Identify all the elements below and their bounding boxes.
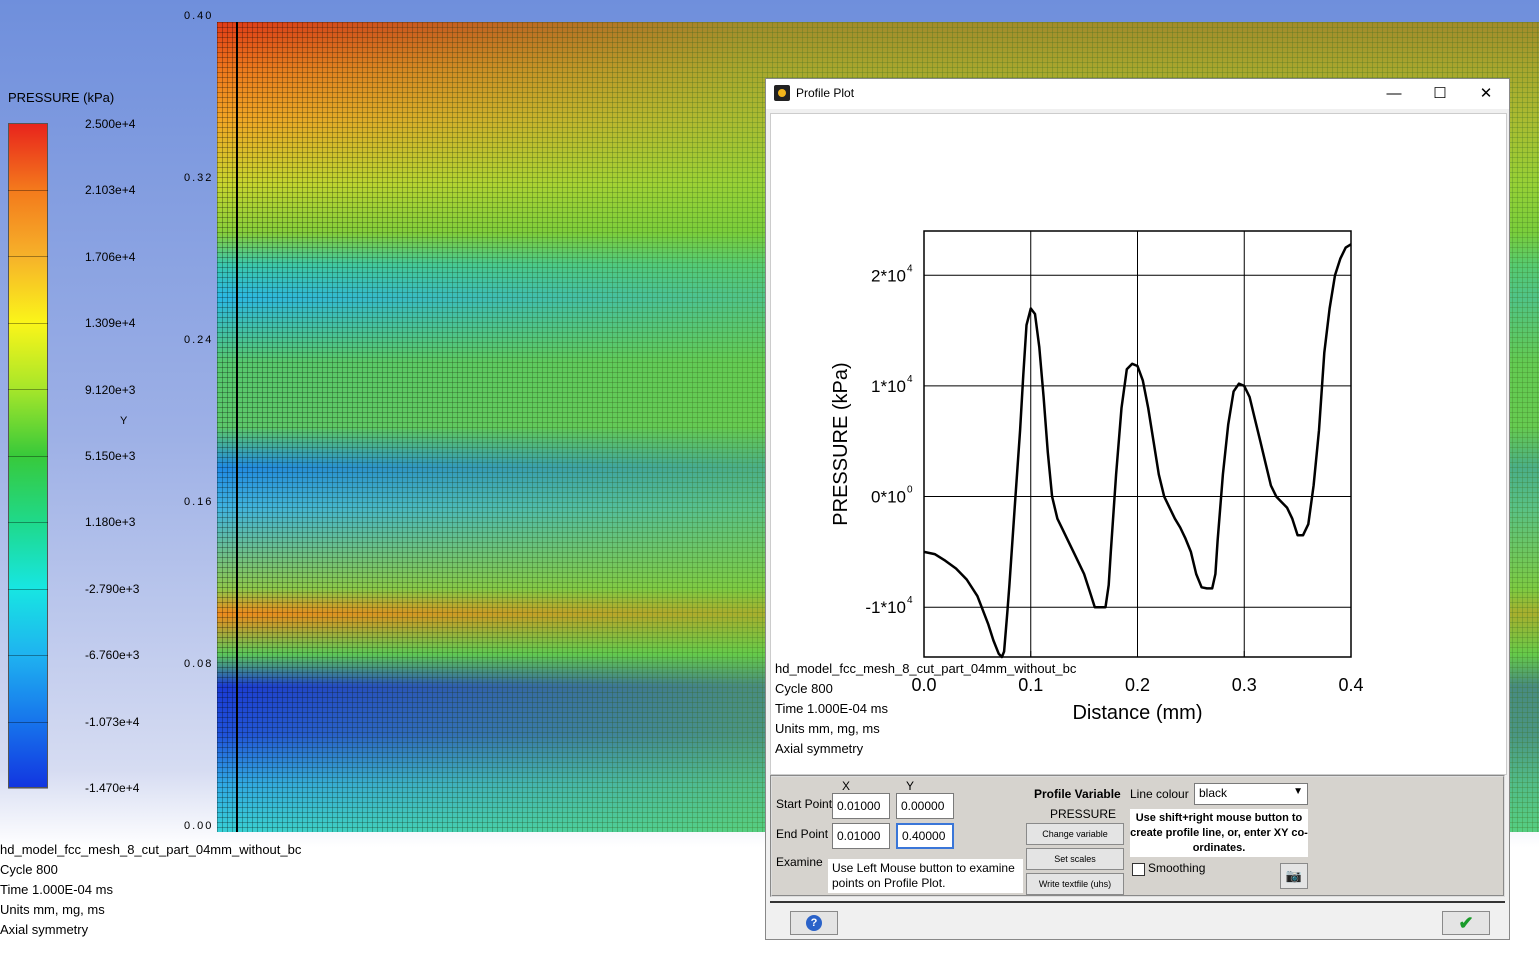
- profile-plot-dialog: Profile Plot — ☐ ✕ 0.0 0.1 0.2 0.3 0.4 2*10 4 1…: [765, 78, 1510, 940]
- y-axis-tick: 0.24: [184, 334, 214, 346]
- set-scales-button[interactable]: Set scales: [1026, 848, 1124, 870]
- plot-model-name: hd_model_fcc_mesh_8_cut_part_04mm_withou…: [775, 661, 1077, 676]
- model-cycle: Cycle 800: [0, 862, 58, 877]
- hint-box: Use shift+right mouse button to create p…: [1130, 809, 1308, 857]
- legend-separator: [8, 522, 48, 523]
- legend-separator: [8, 455, 48, 457]
- controls-panel: X Y Start Point End Point Examine Use Le…: [770, 775, 1505, 897]
- legend-tick: 2.500e+4: [85, 117, 136, 131]
- y-tick-exponent: 4: [907, 374, 913, 385]
- legend-separator: [8, 788, 48, 789]
- dialog-title: Profile Plot: [796, 86, 855, 100]
- help-icon: ?: [806, 915, 822, 931]
- plot-info: hd_model_fcc_mesh_8_cut_part_04mm_withou…: [775, 659, 1076, 759]
- legend-separator: [8, 389, 48, 390]
- legend-tick: -1.073e+4: [85, 714, 140, 729]
- legend-tick: -6.760e+3: [85, 648, 140, 663]
- y-axis-letter: Y: [120, 415, 128, 427]
- legend-tick: 1.180e+3: [85, 515, 136, 530]
- legend-separator: [8, 721, 48, 723]
- legend-tick: 5.150e+3: [85, 449, 136, 463]
- legend-tick: -1.470e+4: [85, 781, 140, 795]
- legend-tick: 1.706e+4: [85, 249, 136, 264]
- y-tick-label: 1*10: [871, 377, 906, 396]
- y-axis-tick: 0.16: [184, 496, 214, 508]
- legend-tick: 2.103e+4: [85, 183, 136, 198]
- y-tick-exponent: 0: [907, 485, 913, 496]
- y-tick-exponent: 4: [907, 595, 913, 606]
- y-header: Y: [906, 779, 915, 793]
- bottom-bar: ? ✔: [770, 901, 1505, 939]
- examine-note: Use Left Mouse button to examine points …: [828, 859, 1023, 893]
- end-point-label: End Point: [776, 827, 829, 841]
- y-axis-tick: 0.08: [184, 658, 214, 670]
- dialog-titlebar[interactable]: Profile Plot — ☐ ✕: [766, 79, 1509, 109]
- y-axis-label: PRESSURE (kPa): [830, 362, 852, 525]
- y-tick-label: 2*10: [871, 266, 906, 285]
- end-x-input[interactable]: [832, 823, 890, 849]
- model-symmetry: Axial symmetry: [0, 922, 89, 937]
- profile-variable-value: PRESSURE: [1050, 807, 1117, 821]
- plot-symmetry: Axial symmetry: [775, 741, 864, 756]
- help-button[interactable]: ?: [790, 911, 838, 935]
- minimize-button[interactable]: —: [1371, 79, 1417, 109]
- app-icon: [774, 85, 790, 101]
- plot-time: Time 1.000E-04 ms: [775, 701, 888, 716]
- plot-cycle: Cycle 800: [775, 681, 833, 696]
- model-time: Time 1.000E-04 ms: [0, 882, 113, 897]
- legend-tick: 1.309e+4: [85, 316, 136, 331]
- start-x-input[interactable]: [832, 793, 890, 819]
- y-tick-exponent: 4: [907, 263, 913, 274]
- examine-label: Examine: [776, 855, 823, 869]
- end-y-input[interactable]: [896, 823, 954, 849]
- x-tick-label: 0.2: [1125, 675, 1150, 695]
- profile-line: [236, 22, 238, 832]
- close-button[interactable]: ✕: [1463, 79, 1509, 109]
- line-colour-label: Line colour: [1130, 787, 1189, 801]
- x-tick-label: 0.3: [1232, 675, 1257, 695]
- legend-separator: [8, 655, 48, 656]
- start-y-input[interactable]: [896, 793, 954, 819]
- y-tick-label: 0*10: [871, 488, 906, 507]
- chevron-down-icon: ▼: [1293, 786, 1303, 797]
- plot-area[interactable]: 0.0 0.1 0.2 0.3 0.4 2*10 4 1*10 4 0*10 0 -1*10 4 Dist…: [770, 113, 1507, 775]
- camera-icon: 📷: [1285, 868, 1303, 883]
- x-header: X: [842, 779, 851, 793]
- legend-tick: -2.790e+3: [85, 581, 140, 596]
- profile-variable-label: Profile Variable: [1034, 787, 1121, 801]
- camera-button[interactable]: 📷: [1280, 863, 1308, 889]
- smoothing-checkbox[interactable]: [1132, 863, 1145, 876]
- legend-separator: [8, 256, 48, 257]
- y-axis-tick: 0.00: [184, 820, 214, 832]
- line-colour-value: black: [1199, 786, 1228, 800]
- change-variable-button[interactable]: Change variable: [1026, 823, 1124, 845]
- x-tick-label: 0.4: [1338, 675, 1363, 695]
- plot-units: Units mm, mg, ms: [775, 721, 880, 736]
- ok-button[interactable]: ✔: [1442, 911, 1490, 935]
- line-colour-select[interactable]: black ▼: [1194, 783, 1308, 805]
- maximize-button[interactable]: ☐: [1417, 79, 1463, 109]
- write-textfile-button[interactable]: Write textfile (uhs): [1026, 873, 1124, 895]
- model-info: hd_model_fcc_mesh_8_cut_part_04mm_withou…: [0, 840, 301, 940]
- legend-title: PRESSURE (kPa): [8, 90, 115, 105]
- legend-separator: [8, 588, 48, 590]
- legend-tick: 9.120e+3: [85, 382, 136, 397]
- model-name: hd_model_fcc_mesh_8_cut_part_04mm_withou…: [0, 842, 302, 857]
- start-point-label: Start Point: [776, 797, 833, 811]
- legend-separator: [8, 322, 48, 324]
- legend-separator: [8, 189, 48, 191]
- y-tick-label: -1*10: [865, 598, 906, 617]
- y-axis-tick: 0.32: [184, 172, 214, 184]
- smoothing-label: Smoothing: [1148, 861, 1206, 875]
- model-units: Units mm, mg, ms: [0, 902, 105, 917]
- y-axis-tick: 0.40: [184, 10, 214, 22]
- x-axis-label: Distance (mm): [1072, 702, 1202, 724]
